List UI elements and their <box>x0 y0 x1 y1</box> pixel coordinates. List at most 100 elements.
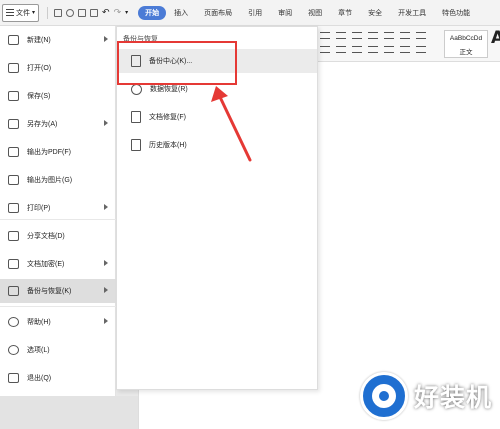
chevron-right-icon <box>104 318 108 324</box>
menu-item-label: 退出(Q) <box>27 375 52 382</box>
ribbon-tabs: 开始 插入 页面布局 引用 审阅 视图 章节 安全 开发工具 特色功能 <box>138 5 478 20</box>
submenu-item-label: 文档修复(F) <box>149 114 186 121</box>
border-icon[interactable] <box>416 46 426 53</box>
folder-icon <box>8 63 19 73</box>
menu-item-label: 备份与恢复(K) <box>27 288 72 295</box>
tab-review[interactable]: 审阅 <box>270 8 300 18</box>
submenu-item-doc-repair[interactable]: 文档修复(F) <box>118 105 317 129</box>
align-left-icon[interactable] <box>320 46 330 53</box>
menu-item-options[interactable]: 选项(L) <box>0 338 116 362</box>
chevron-right-icon <box>104 36 108 42</box>
file-menu-button[interactable]: 文件 ▾ <box>2 3 40 22</box>
style-normal[interactable]: AaBbCcDd 正文 <box>444 30 488 58</box>
tab-features[interactable]: 特色功能 <box>434 8 478 18</box>
style-name: 正文 <box>459 49 473 56</box>
print-preview-icon[interactable] <box>90 8 99 17</box>
menu-item-label: 帮助(H) <box>27 319 51 326</box>
menu-item-label: 输出为PDF(F) <box>27 149 71 156</box>
menu-item-save[interactable]: 保存(S) <box>0 84 116 108</box>
tab-references[interactable]: 引用 <box>240 8 270 18</box>
menu-item-label: 打开(O) <box>27 65 52 72</box>
menu-item-open[interactable]: 打开(O) <box>0 56 116 80</box>
list-icon[interactable] <box>320 32 330 39</box>
menu-item-help[interactable]: 帮助(H) <box>0 310 116 334</box>
chevron-down-icon: ▾ <box>32 10 36 16</box>
menu-item-share[interactable]: 分享文档(D) <box>0 224 116 248</box>
new-doc-icon <box>8 35 19 45</box>
menu-item-save-as[interactable]: 另存为(A) <box>0 112 116 136</box>
menu-item-new[interactable]: 新建(N) <box>0 28 116 52</box>
tab-insert[interactable]: 插入 <box>166 8 196 18</box>
menubar: 文件 ▾ ↶ ↷ ▾ 开始 插入 页面布局 引用 审阅 视图 章节 安全 开发工… <box>0 0 500 26</box>
highlight-box <box>117 41 237 85</box>
submenu-item-label: 数据恢复(R) <box>150 86 188 93</box>
help-icon <box>8 317 19 327</box>
menu-item-export-image[interactable]: 输出为图片(G) <box>0 168 116 192</box>
outdent-icon[interactable] <box>352 32 362 39</box>
separator <box>47 6 49 19</box>
chevron-right-icon <box>104 120 108 126</box>
indent-icon[interactable] <box>368 32 378 39</box>
shading-icon[interactable] <box>400 46 410 53</box>
numbered-list-icon[interactable] <box>336 32 346 39</box>
chevron-right-icon <box>104 260 108 266</box>
file-menu-footer <box>0 396 138 429</box>
data-recovery-icon <box>131 83 142 95</box>
print-icon[interactable] <box>78 8 87 17</box>
image-icon <box>8 175 19 185</box>
tab-page-layout[interactable]: 页面布局 <box>196 8 240 18</box>
save-icon[interactable] <box>54 8 63 17</box>
undo-icon[interactable]: ↶ <box>102 7 110 18</box>
quick-access-toolbar: ↶ ↷ ▾ <box>45 6 128 19</box>
menu-item-export-pdf[interactable]: 输出为PDF(F) <box>0 140 116 164</box>
tab-security[interactable]: 安全 <box>360 8 390 18</box>
chevron-right-icon <box>104 204 108 210</box>
file-menu-panel: 新建(N) 打开(O) 保存(S) 另存为(A) 输出为PDF(F) 输出为图片… <box>0 26 116 396</box>
align-center-icon[interactable] <box>336 46 346 53</box>
show-marks-icon[interactable] <box>416 32 426 39</box>
menu-divider <box>0 306 116 307</box>
hamburger-icon <box>6 9 14 16</box>
history-version-icon <box>131 139 141 151</box>
customize-icon[interactable]: ▾ <box>125 9 128 16</box>
encrypt-icon <box>8 259 19 269</box>
align-right-icon[interactable] <box>352 46 362 53</box>
tab-developer[interactable]: 开发工具 <box>390 8 434 18</box>
export-icon[interactable] <box>66 8 75 17</box>
menu-item-label: 另存为(A) <box>27 121 58 128</box>
menu-item-label: 打印(P) <box>27 205 51 212</box>
printer-icon <box>8 203 19 213</box>
menu-item-label: 分享文档(D) <box>27 233 65 240</box>
menu-item-backup-restore[interactable]: 备份与恢复(K) <box>0 279 116 303</box>
save-icon <box>8 91 19 101</box>
watermark-logo-icon <box>360 372 408 420</box>
file-menu-label: 文件 <box>16 9 30 17</box>
justify-icon[interactable] <box>368 46 378 53</box>
heading-style-preview[interactable]: A <box>491 28 500 48</box>
save-as-icon <box>8 119 19 129</box>
exit-icon <box>8 373 19 383</box>
menu-item-print[interactable]: 打印(P) <box>0 196 116 220</box>
menu-item-label: 选项(L) <box>27 347 50 354</box>
sort-icon[interactable] <box>400 32 410 39</box>
menu-divider <box>0 219 116 220</box>
menu-item-exit[interactable]: 退出(Q) <box>0 366 116 390</box>
submenu-item-label: 历史版本(H) <box>149 142 187 149</box>
style-preview: AaBbCcDd <box>449 35 483 42</box>
tab-home[interactable]: 开始 <box>138 5 167 20</box>
redo-icon[interactable]: ↷ <box>114 7 122 18</box>
menu-item-label: 输出为图片(G) <box>27 177 73 184</box>
menu-item-encrypt[interactable]: 文档加密(E) <box>0 252 116 276</box>
tab-section[interactable]: 章节 <box>330 8 360 18</box>
line-spacing-icon[interactable] <box>384 46 394 53</box>
menu-item-label: 文档加密(E) <box>27 261 65 268</box>
share-icon <box>8 231 19 241</box>
menu-item-label: 新建(N) <box>27 37 51 44</box>
ribbon-toolbar: AaBbCcDd 正文 A <box>316 26 500 62</box>
gear-icon <box>8 345 19 355</box>
submenu-item-history-version[interactable]: 历史版本(H) <box>118 133 317 157</box>
text-direction-icon[interactable] <box>384 32 394 39</box>
pdf-icon <box>8 147 19 157</box>
ribbon-row-2 <box>320 46 426 53</box>
tab-view[interactable]: 视图 <box>300 8 330 18</box>
